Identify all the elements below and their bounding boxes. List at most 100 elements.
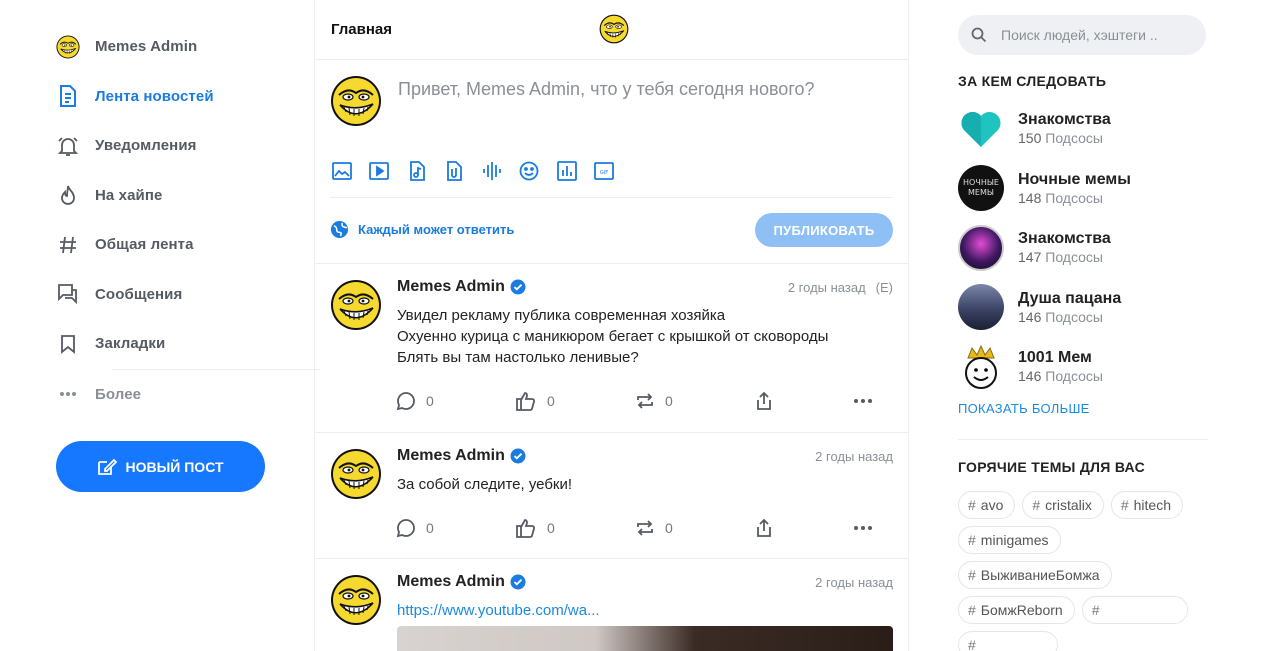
repost-button[interactable]: 0 [635, 391, 755, 411]
post-menu-button[interactable] [853, 525, 873, 531]
feed-header: Главная [315, 0, 908, 60]
composer-divider [330, 197, 893, 198]
topic-tag[interactable]: # БомжReborn [958, 595, 1075, 624]
image-icon[interactable] [330, 159, 353, 182]
post-menu-button[interactable] [853, 398, 873, 404]
show-more-link[interactable]: ПОКАЗАТЬ БОЛЬШЕ [958, 401, 1208, 416]
author-name: Memes Admin [397, 447, 505, 464]
post-composer: Привет, Memes Admin, что у тебя сегодня … [315, 60, 908, 264]
teal-heart-icon [958, 105, 1004, 152]
audio-wave-icon[interactable] [480, 159, 503, 182]
sidebar-item-profile[interactable]: Memes Admin [56, 22, 266, 72]
topic-tag[interactable]: # avo [958, 490, 1016, 519]
like-count: 0 [547, 520, 555, 536]
author-name: Memes Admin [397, 278, 505, 295]
follow-item[interactable]: Душа пацана 146 Подсосы [958, 278, 1208, 338]
comment-icon [396, 392, 415, 411]
avatar[interactable] [330, 574, 382, 631]
svg-text:НОЧНЫЕ: НОЧНЫЕ [963, 178, 999, 187]
post-card: Memes Admin 2 годы назад (E) Увидел рекла… [315, 264, 908, 433]
follow-item[interactable]: 1001 Мем 146 Подсосы [958, 337, 1208, 397]
new-post-label: НОВЫЙ ПОСТ [125, 458, 224, 475]
emoji-icon[interactable] [518, 159, 541, 182]
repost-count: 0 [665, 393, 673, 409]
share-button[interactable] [755, 391, 853, 411]
sidebar-item-label: Общая лента [95, 236, 194, 254]
follow-name: 1001 Мем [1018, 349, 1092, 367]
post-actions: 0 0 0 [396, 391, 893, 411]
more-dots-icon [854, 526, 872, 530]
document-icon[interactable] [443, 159, 466, 182]
post-author[interactable]: Memes Admin [397, 447, 526, 465]
follow-list: Знакомства 150 Подсосы НОЧНЫЕ МЕМЫ Ночные… [958, 99, 1208, 397]
follow-item[interactable]: Знакомства 150 Подсосы [958, 99, 1208, 159]
bookmark-icon [56, 332, 80, 356]
comment-icon [396, 519, 415, 538]
follow-name: Знакомства [1018, 230, 1111, 248]
follow-subscribers: 146 Подсосы [1018, 308, 1103, 325]
sidebar-item-news-feed[interactable]: Лента новостей [56, 72, 266, 122]
follow-subscribers: 146 Подсосы [1018, 368, 1103, 385]
composer-input[interactable]: Привет, Memes Admin, что у тебя сегодня … [398, 79, 815, 100]
avatar[interactable] [330, 448, 382, 505]
comment-button[interactable]: 0 [396, 518, 515, 538]
sidebar-item-bookmarks[interactable]: Закладки [56, 319, 266, 369]
new-post-button[interactable]: НОВЫЙ ПОСТ [56, 441, 265, 492]
search-box[interactable] [958, 15, 1206, 55]
sidebar-item-general-feed[interactable]: Общая лента [56, 220, 266, 270]
post-line: Охуенно курица с маникюром бегает с крыш… [397, 328, 829, 345]
night-memes-logo: НОЧНЫЕ МЕМЫ [958, 165, 1004, 212]
bell-icon [56, 134, 80, 158]
sidebar-item-notifications[interactable]: Уведомления [56, 121, 266, 171]
search-input[interactable] [1001, 27, 1181, 43]
globe-icon [330, 220, 349, 239]
topic-tag[interactable]: # minigames [958, 525, 1061, 554]
comment-count: 0 [426, 393, 434, 409]
repost-button[interactable]: 0 [635, 518, 755, 538]
follow-item[interactable]: НОЧНЫЕ МЕМЫ Ночные мемы 148 Подсосы [958, 159, 1208, 219]
sidebar-item-hype[interactable]: На хайпе [56, 171, 266, 221]
post-time: 2 годы назад (E) [788, 280, 893, 295]
street-avatar [958, 284, 1004, 331]
like-button[interactable]: 0 [515, 391, 635, 411]
post-author[interactable]: Memes Admin [397, 278, 526, 296]
follow-subscribers: 147 Подсосы [1018, 249, 1103, 266]
topic-tag[interactable]: # cristalix [1022, 490, 1104, 519]
post-line: Увидел рекламу публика современная хозяй… [397, 307, 726, 324]
post-body: Увидел рекламу публика современная хозяй… [397, 305, 828, 368]
reply-setting-label: Каждый может ответить [358, 222, 515, 237]
verified-badge-icon [510, 574, 526, 590]
comment-button[interactable]: 0 [396, 391, 515, 411]
sidebar-item-more[interactable]: Более [56, 370, 266, 420]
publish-button[interactable]: ПУБЛИКОВАТЬ [755, 213, 893, 247]
sidebar-item-label: Закладки [95, 335, 166, 353]
topic-tags: # avo # cristalix # hitech # minigames # Выжи… [958, 490, 1208, 651]
follow-item[interactable]: Знакомства 147 Подсосы [958, 218, 1208, 278]
topic-tag[interactable]: # [1081, 595, 1188, 624]
avatar[interactable] [330, 279, 382, 336]
reply-setting[interactable]: Каждый может ответить [330, 220, 514, 239]
music-icon[interactable] [405, 159, 428, 182]
edited-marker: (E) [875, 280, 893, 295]
gif-icon[interactable]: GIF [593, 159, 616, 182]
video-icon[interactable] [368, 159, 391, 182]
post-line: За собой следите, уебки! [397, 476, 573, 493]
poll-icon[interactable] [555, 159, 578, 182]
like-button[interactable]: 0 [515, 518, 635, 538]
sidebar-item-messages[interactable]: Сообщения [56, 270, 266, 320]
topic-tag[interactable]: # [958, 630, 1058, 651]
video-preview-image[interactable] [397, 626, 893, 651]
news-feed-icon [56, 84, 80, 108]
topic-tag[interactable]: # ВыживаниеБомжа [958, 560, 1112, 589]
crown-face-avatar [958, 343, 1004, 390]
author-name: Memes Admin [397, 573, 505, 590]
topic-tag[interactable]: # hitech [1110, 490, 1183, 519]
post-body: За собой следите, уебки! [397, 474, 572, 495]
post-author[interactable]: Memes Admin [397, 573, 526, 591]
post-link[interactable]: https://www.youtube.com/wa... [397, 602, 600, 619]
neon-girl-avatar [958, 224, 1004, 271]
sidebar-item-label: Сообщения [95, 285, 183, 303]
main-feed: Главная Привет, Memes Admin, что у тебя … [314, 0, 909, 651]
troll-logo-icon[interactable] [599, 14, 629, 49]
share-button[interactable] [755, 518, 853, 538]
